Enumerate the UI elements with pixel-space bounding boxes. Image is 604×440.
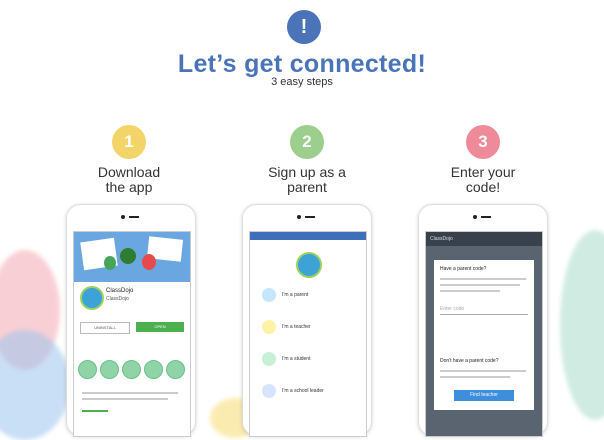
description-line-2 xyxy=(82,398,168,400)
code-help-line-1 xyxy=(440,278,526,280)
app-logo-icon xyxy=(80,286,104,310)
leader-role-icon xyxy=(262,384,276,398)
step-2-badge: 2 xyxy=(290,125,324,159)
student-role-icon xyxy=(262,352,276,366)
category-icon-3[interactable] xyxy=(122,360,141,379)
no-code-line-1 xyxy=(440,370,526,372)
enter-code-screen: ClassDojo Have a parent code? Enter code… xyxy=(425,231,543,437)
step-2-text: Sign up as a parent xyxy=(268,164,346,195)
phone-speaker xyxy=(305,216,315,218)
find-teacher-button[interactable]: Find teacher xyxy=(454,390,514,401)
app-banner xyxy=(74,232,190,282)
exclamation-icon: ! xyxy=(287,10,321,44)
teacher-role-icon xyxy=(262,320,276,334)
phone-camera xyxy=(297,215,301,219)
role-student[interactable]: I'm a student xyxy=(282,356,310,362)
phone-camera xyxy=(473,215,477,219)
parent-role-icon xyxy=(262,288,276,302)
role-teacher[interactable]: I'm a teacher xyxy=(282,324,311,330)
bg-blob-right-teal xyxy=(560,230,604,420)
no-code-line-2 xyxy=(440,376,510,378)
category-icon-1[interactable] xyxy=(78,360,97,379)
phone-camera xyxy=(121,215,125,219)
classdojo-logo-icon xyxy=(296,252,322,278)
code-heading: Have a parent code? xyxy=(440,266,487,272)
bg-blob-left-blue xyxy=(0,330,70,440)
code-card: Have a parent code? Enter code Don't hav… xyxy=(434,260,534,410)
play-icon[interactable] xyxy=(120,248,136,264)
monster-red xyxy=(142,254,156,270)
code-screen-title: ClassDojo xyxy=(430,236,453,242)
phone-role-select: I'm a parent I'm a teacher I'm a student… xyxy=(242,204,372,437)
step-3-badge: 3 xyxy=(466,125,500,159)
category-icon-5[interactable] xyxy=(166,360,185,379)
description-line-1 xyxy=(82,392,178,394)
category-icon-2[interactable] xyxy=(100,360,119,379)
monster-green xyxy=(104,256,116,270)
app-developer: ClassDojo xyxy=(106,296,129,302)
role-screen-topbar xyxy=(250,232,366,240)
phone-enter-code: ClassDojo Have a parent code? Enter code… xyxy=(418,204,548,437)
role-parent[interactable]: I'm a parent xyxy=(282,292,308,298)
page-subtitle: 3 easy steps xyxy=(271,76,333,88)
step-3-text: Enter your code! xyxy=(450,164,516,195)
read-more-link[interactable] xyxy=(82,410,108,412)
role-select-screen: I'm a parent I'm a teacher I'm a student… xyxy=(249,231,367,437)
phone-speaker xyxy=(129,216,139,218)
uninstall-button[interactable]: UNINSTALL xyxy=(80,322,130,334)
role-school-leader[interactable]: I'm a school leader xyxy=(282,388,324,394)
code-input[interactable]: Enter code xyxy=(440,304,528,315)
app-store-screen: ClassDojo ClassDojo UNINSTALL OPEN xyxy=(73,231,191,437)
code-help-line-2 xyxy=(440,284,520,286)
step-1-text: Download the app xyxy=(97,164,161,195)
open-button[interactable]: OPEN xyxy=(136,322,184,332)
step-1-badge: 1 xyxy=(112,125,146,159)
no-code-heading: Don't have a parent code? xyxy=(440,358,499,364)
phone-app-store: ClassDojo ClassDojo UNINSTALL OPEN xyxy=(66,204,196,437)
phone-speaker xyxy=(481,216,491,218)
code-help-line-3 xyxy=(440,290,500,292)
code-input-placeholder: Enter code xyxy=(440,306,465,312)
page-title: Let’s get connected! xyxy=(177,50,427,78)
app-name: ClassDojo xyxy=(106,288,134,294)
category-icon-4[interactable] xyxy=(144,360,163,379)
